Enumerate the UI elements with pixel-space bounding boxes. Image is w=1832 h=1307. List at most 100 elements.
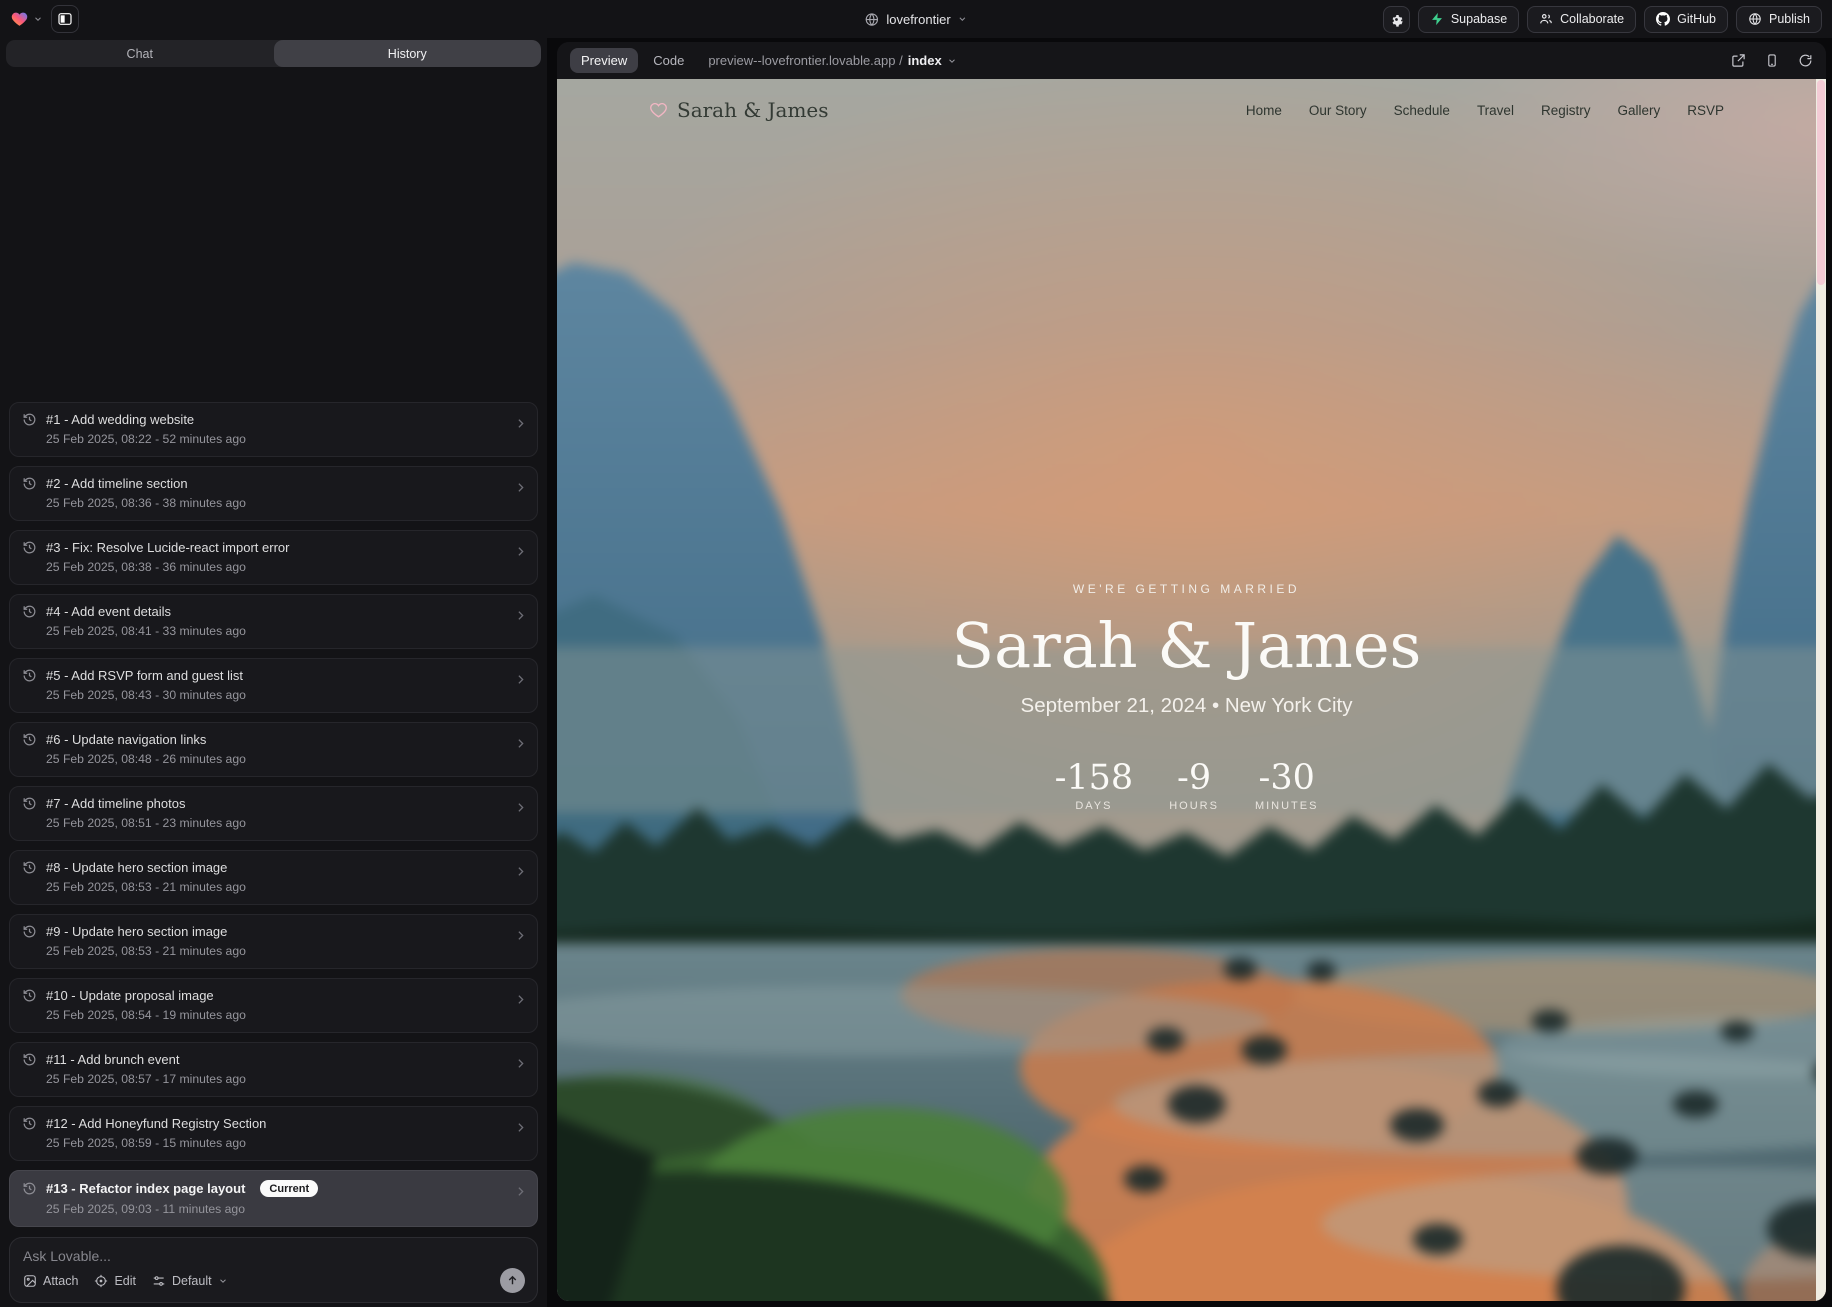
publish-label: Publish — [1769, 12, 1810, 26]
site-nav-link[interactable]: Home — [1246, 103, 1282, 118]
site-nav-link[interactable]: RSVP — [1687, 103, 1724, 118]
chevron-right-icon — [514, 737, 527, 750]
collaborate-label: Collaborate — [1560, 12, 1624, 26]
collaborate-button[interactable]: Collaborate — [1527, 6, 1636, 33]
attach-button[interactable]: Attach — [23, 1274, 78, 1288]
publish-button[interactable]: Publish — [1736, 6, 1822, 33]
history-item-time: 25 Feb 2025, 08:22 - 52 minutes ago — [46, 432, 525, 446]
chevron-right-icon — [514, 481, 527, 494]
history-item-title: #9 - Update hero section image — [46, 924, 227, 939]
history-item-title: #6 - Update navigation links — [46, 732, 206, 747]
history-item-time: 25 Feb 2025, 08:57 - 17 minutes ago — [46, 1072, 525, 1086]
current-badge: Current — [260, 1180, 318, 1197]
chevron-right-icon — [514, 545, 527, 558]
top-bar: lovefrontier Supabase Collaborate — [0, 0, 1832, 38]
github-icon — [1656, 12, 1670, 26]
history-restore-icon — [22, 540, 37, 555]
attach-image-icon — [23, 1274, 37, 1288]
prompt-input[interactable] — [23, 1248, 525, 1264]
history-item[interactable]: #2 - Add timeline section 25 Feb 2025, 0… — [9, 466, 538, 521]
history-item-time: 25 Feb 2025, 08:53 - 21 minutes ago — [46, 880, 525, 894]
site-nav-link[interactable]: Schedule — [1394, 103, 1450, 118]
lovable-heart-icon — [10, 10, 29, 28]
project-name: lovefrontier — [886, 12, 950, 27]
chevron-right-icon — [514, 1121, 527, 1134]
history-item[interactable]: #9 - Update hero section image 25 Feb 20… — [9, 914, 538, 969]
preview-url[interactable]: preview--lovefrontier.lovable.app / inde… — [708, 53, 956, 68]
history-item-time: 25 Feb 2025, 08:53 - 21 minutes ago — [46, 944, 525, 958]
history-item[interactable]: #5 - Add RSVP form and guest list 25 Feb… — [9, 658, 538, 713]
site-nav: Home Our Story Schedule Travel Registry … — [1246, 103, 1724, 118]
lovable-logo-menu[interactable] — [10, 10, 43, 28]
chevron-right-icon — [514, 417, 527, 430]
attach-label: Attach — [43, 1274, 78, 1288]
history-item-time: 25 Feb 2025, 08:54 - 19 minutes ago — [46, 1008, 525, 1022]
history-item-time: 25 Feb 2025, 09:03 - 11 minutes ago — [46, 1202, 525, 1216]
countdown-label: DAYS — [1055, 800, 1134, 812]
site-brand[interactable]: Sarah & James — [649, 98, 829, 122]
tab-preview-label: Preview — [581, 53, 627, 68]
site-nav-link[interactable]: Travel — [1477, 103, 1514, 118]
open-external-icon[interactable] — [1731, 53, 1746, 68]
history-item[interactable]: #11 - Add brunch event 25 Feb 2025, 08:5… — [9, 1042, 538, 1097]
site-nav-link[interactable]: Our Story — [1309, 103, 1367, 118]
history-list: #1 - Add wedding website 25 Feb 2025, 08… — [9, 402, 538, 1227]
history-restore-icon — [22, 604, 37, 619]
history-item[interactable]: #7 - Add timeline photos 25 Feb 2025, 08… — [9, 786, 538, 841]
history-item-title: #8 - Update hero section image — [46, 860, 227, 875]
preview-panel: Preview Code preview--lovefrontier.lovab… — [557, 42, 1826, 1301]
arrow-up-icon — [506, 1274, 519, 1287]
history-item[interactable]: #13 - Refactor index page layout Current… — [9, 1170, 538, 1227]
github-button[interactable]: GitHub — [1644, 6, 1728, 33]
history-item-title: #1 - Add wedding website — [46, 412, 194, 427]
history-restore-icon — [22, 476, 37, 491]
mobile-view-icon[interactable] — [1765, 53, 1779, 68]
history-item-title: #2 - Add timeline section — [46, 476, 188, 491]
publish-globe-icon — [1748, 12, 1762, 26]
countdown: -158 DAYS -9 HOURS -30 MINUTES — [557, 758, 1816, 812]
panel-tabs: Chat History — [6, 40, 541, 67]
history-item[interactable]: #3 - Fix: Resolve Lucide-react import er… — [9, 530, 538, 585]
preview-url-path: index — [908, 53, 942, 68]
history-item-time: 25 Feb 2025, 08:36 - 38 minutes ago — [46, 496, 525, 510]
countdown-unit: -9 HOURS — [1169, 758, 1219, 812]
site-nav-link[interactable]: Gallery — [1617, 103, 1660, 118]
history-item-title: #3 - Fix: Resolve Lucide-react import er… — [46, 540, 289, 555]
history-item[interactable]: #1 - Add wedding website 25 Feb 2025, 08… — [9, 402, 538, 457]
send-button[interactable] — [500, 1268, 525, 1293]
crosshair-icon — [94, 1274, 108, 1288]
history-item-title: #13 - Refactor index page layout — [46, 1181, 245, 1196]
history-item[interactable]: #12 - Add Honeyfund Registry Section 25 … — [9, 1106, 538, 1161]
tab-code[interactable]: Code — [653, 53, 684, 68]
tab-chat[interactable]: Chat — [6, 40, 274, 67]
tab-code-label: Code — [653, 53, 684, 68]
project-switcher[interactable]: lovefrontier — [864, 0, 967, 38]
hero-date-location: September 21, 2024 • New York City — [557, 694, 1816, 718]
users-icon — [1539, 12, 1553, 26]
settings-button[interactable] — [1383, 6, 1410, 33]
mode-select[interactable]: Default — [152, 1274, 228, 1288]
history-item[interactable]: #8 - Update hero section image 25 Feb 20… — [9, 850, 538, 905]
sidebar-toggle-button[interactable] — [51, 5, 79, 33]
history-item[interactable]: #10 - Update proposal image 25 Feb 2025,… — [9, 978, 538, 1033]
history-restore-icon — [22, 924, 37, 939]
history-item-time: 25 Feb 2025, 08:59 - 15 minutes ago — [46, 1136, 525, 1150]
history-item-time: 25 Feb 2025, 08:43 - 30 minutes ago — [46, 688, 525, 702]
scrollbar-thumb[interactable] — [1817, 80, 1825, 285]
supabase-icon — [1430, 12, 1444, 26]
supabase-button[interactable]: Supabase — [1418, 6, 1519, 33]
chat-history-panel: Chat History #1 - Add wedding website — [0, 38, 547, 1307]
preview-scrollbar[interactable] — [1816, 79, 1826, 1301]
tab-preview[interactable]: Preview — [570, 48, 638, 73]
refresh-icon[interactable] — [1798, 53, 1813, 68]
chevron-right-icon — [514, 1057, 527, 1070]
edit-select-button[interactable]: Edit — [94, 1274, 136, 1288]
history-item[interactable]: #4 - Add event details 25 Feb 2025, 08:4… — [9, 594, 538, 649]
site-preview-iframe[interactable]: Sarah & James Home Our Story Schedule Tr… — [557, 79, 1826, 1301]
site-nav-link[interactable]: Registry — [1541, 103, 1591, 118]
tab-history-label: History — [388, 47, 427, 61]
history-restore-icon — [22, 732, 37, 747]
history-item[interactable]: #6 - Update navigation links 25 Feb 2025… — [9, 722, 538, 777]
prompt-composer[interactable]: Attach Edit Default — [9, 1237, 538, 1303]
tab-history[interactable]: History — [274, 40, 542, 67]
